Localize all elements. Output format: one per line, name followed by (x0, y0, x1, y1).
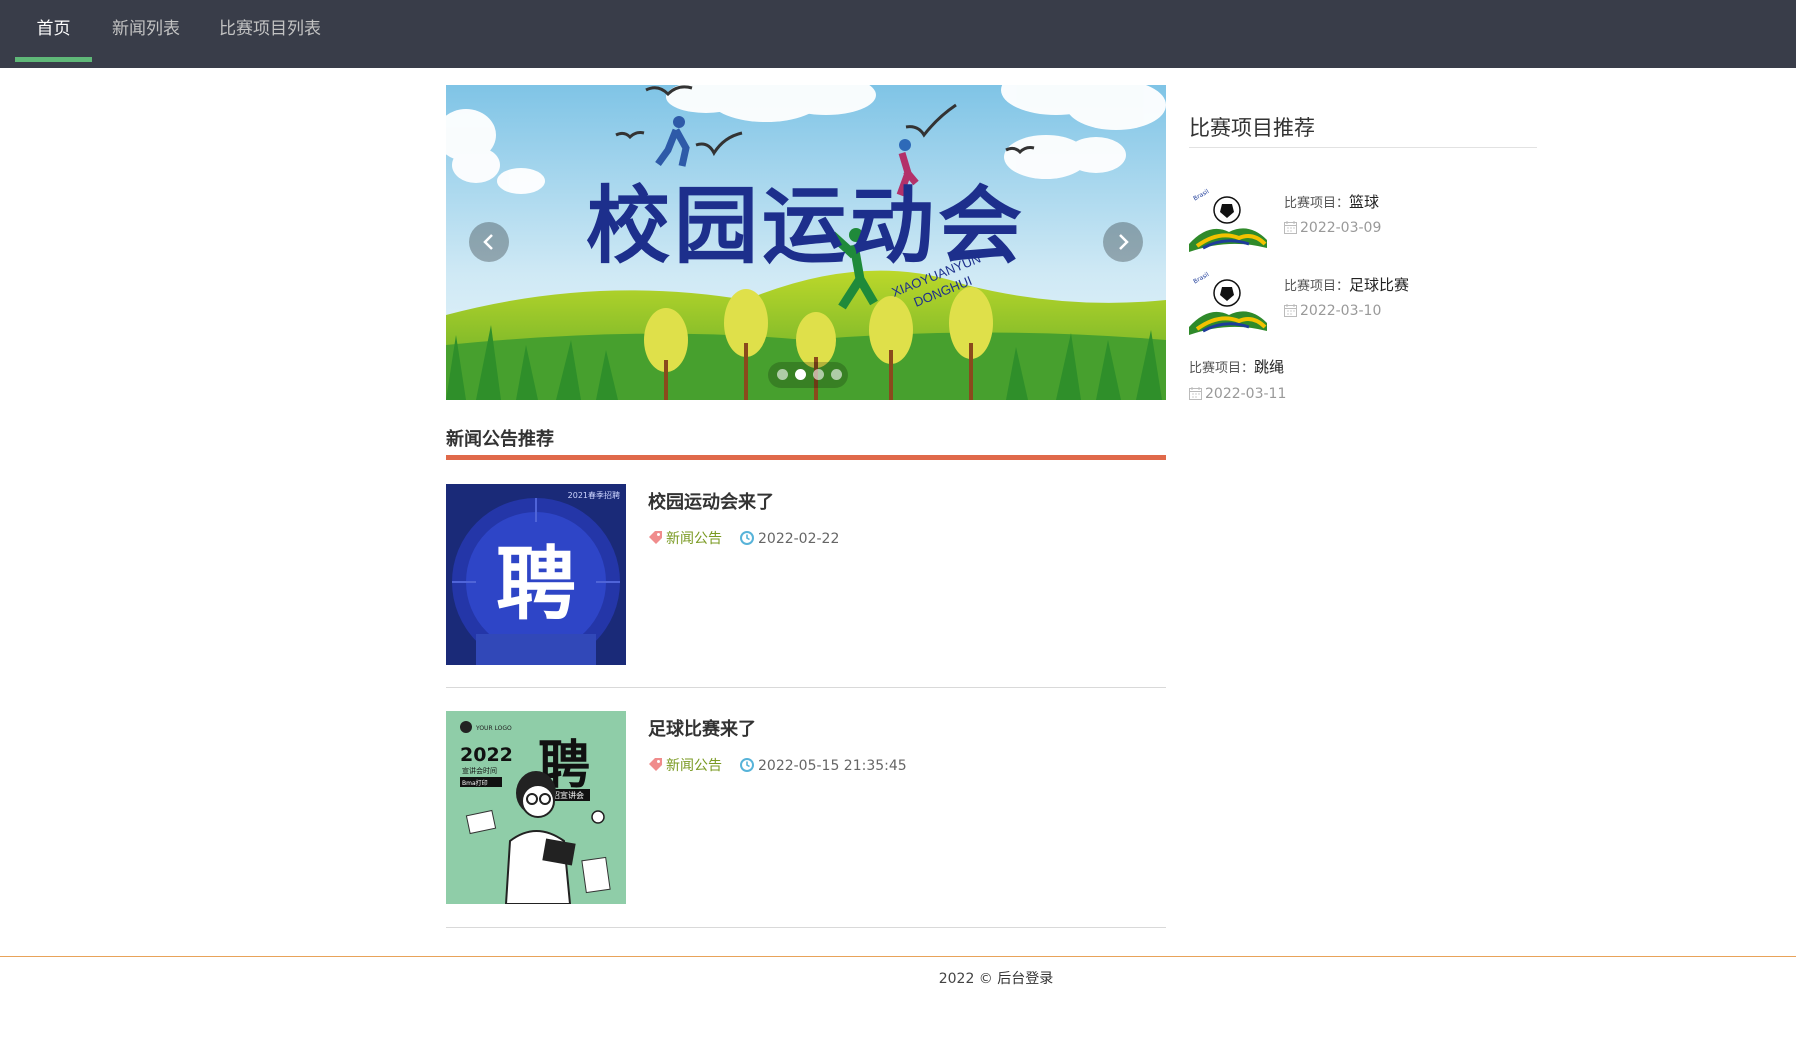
calendar-icon (1189, 387, 1202, 400)
competition-name[interactable]: 足球比赛 (1349, 276, 1409, 294)
competition-label: 比赛项目：跳绳 (1189, 356, 1284, 377)
clock-icon (740, 531, 754, 545)
news-thumbnail[interactable]: YOUR LOGO 2022 宣讲会时间 Bma打印 聘 春招宣讲会 (446, 711, 626, 904)
banner-carousel[interactable]: 校园运动会 XIAOYUANYUN DONGHUI (446, 85, 1166, 400)
carousel-indicators (768, 362, 848, 388)
news-date: 2022-05-15 21:35:45 (758, 758, 907, 774)
competition-label: 比赛项目：篮球 (1284, 191, 1379, 212)
nav-competition-list[interactable]: 比赛项目列表 (216, 0, 324, 68)
admin-login-link[interactable]: 后台登录 (997, 971, 1053, 987)
competition-prefix: 比赛项目： (1189, 361, 1255, 376)
footer-divider (0, 956, 1796, 957)
news-section-divider (446, 455, 1166, 460)
competition-name[interactable]: 篮球 (1349, 193, 1379, 211)
carousel-prev-button[interactable] (469, 222, 509, 262)
carousel-dot-active[interactable] (795, 369, 806, 380)
news-meta: 新闻公告 2022-05-15 21:35:45 (648, 755, 907, 775)
nav-home[interactable]: 首页 (15, 0, 92, 68)
thumb-badge: Bma打印 (462, 779, 488, 787)
carousel-dot[interactable] (777, 369, 788, 380)
thumb-sub: 宣讲会时间 (462, 766, 497, 775)
competition-date-row: 2022-03-09 (1284, 220, 1381, 236)
top-nav: 首页 新闻列表 比赛项目列表 (0, 0, 1796, 68)
news-section-title: 新闻公告推荐 (446, 429, 554, 450)
clock-icon (740, 758, 754, 772)
competition-thumbnail[interactable]: Brasil (1189, 182, 1267, 254)
carousel-dot[interactable] (813, 369, 824, 380)
thumb-caption: 2021春季招聘 (568, 490, 620, 500)
competition-date-row: 2022-03-10 (1284, 303, 1381, 319)
tag-icon (649, 531, 662, 544)
thumb-year: 2022 (460, 744, 513, 766)
competition-date: 2022-03-09 (1300, 220, 1382, 236)
footer-copyright: 2022 © (938, 971, 993, 987)
footer: 2022 © 后台登录 (0, 968, 1796, 988)
competition-prefix: 比赛项目： (1284, 196, 1350, 211)
banner-image: 校园运动会 XIAOYUANYUN DONGHUI (446, 85, 1166, 400)
competition-prefix: 比赛项目： (1284, 279, 1350, 294)
competition-date: 2022-03-11 (1205, 386, 1287, 402)
thumb-logo: YOUR LOGO (475, 725, 512, 732)
news-title[interactable]: 足球比赛来了 (648, 715, 756, 741)
tag-icon (649, 758, 662, 771)
news-title[interactable]: 校园运动会来了 (648, 488, 774, 514)
thumb-big-char: 聘 (496, 538, 576, 631)
nav-news-list[interactable]: 新闻列表 (108, 0, 184, 68)
news-meta: 新闻公告 2022-02-22 (648, 528, 839, 548)
carousel-next-button[interactable] (1103, 222, 1143, 262)
sidebar-item: Brasil 比赛项目：足球比赛 2022-03-10 (1189, 265, 1537, 339)
chevron-right-icon (1119, 234, 1129, 250)
competition-thumbnail[interactable]: Brasil (1189, 265, 1267, 337)
news-thumbnail[interactable]: 2021春季招聘 聘 (446, 484, 626, 665)
competition-date-row: 2022-03-11 (1189, 386, 1286, 402)
competition-label: 比赛项目：足球比赛 (1284, 274, 1409, 295)
chevron-left-icon (483, 234, 493, 250)
competition-name[interactable]: 跳绳 (1254, 358, 1284, 376)
sidebar-item: Brasil 比赛项目：篮球 2022-03-09 (1189, 182, 1537, 256)
sidebar-title: 比赛项目推荐 (1189, 116, 1315, 140)
news-divider (446, 927, 1166, 928)
calendar-icon (1284, 221, 1297, 234)
sidebar-item: 比赛项目：跳绳 2022-03-11 (1189, 356, 1537, 406)
news-category[interactable]: 新闻公告 (666, 758, 722, 774)
news-divider (446, 687, 1166, 688)
calendar-icon (1284, 304, 1297, 317)
sidebar-divider (1189, 147, 1537, 148)
news-date: 2022-02-22 (758, 531, 840, 547)
carousel-dot[interactable] (831, 369, 842, 380)
competition-date: 2022-03-10 (1300, 303, 1382, 319)
news-category[interactable]: 新闻公告 (666, 531, 722, 547)
